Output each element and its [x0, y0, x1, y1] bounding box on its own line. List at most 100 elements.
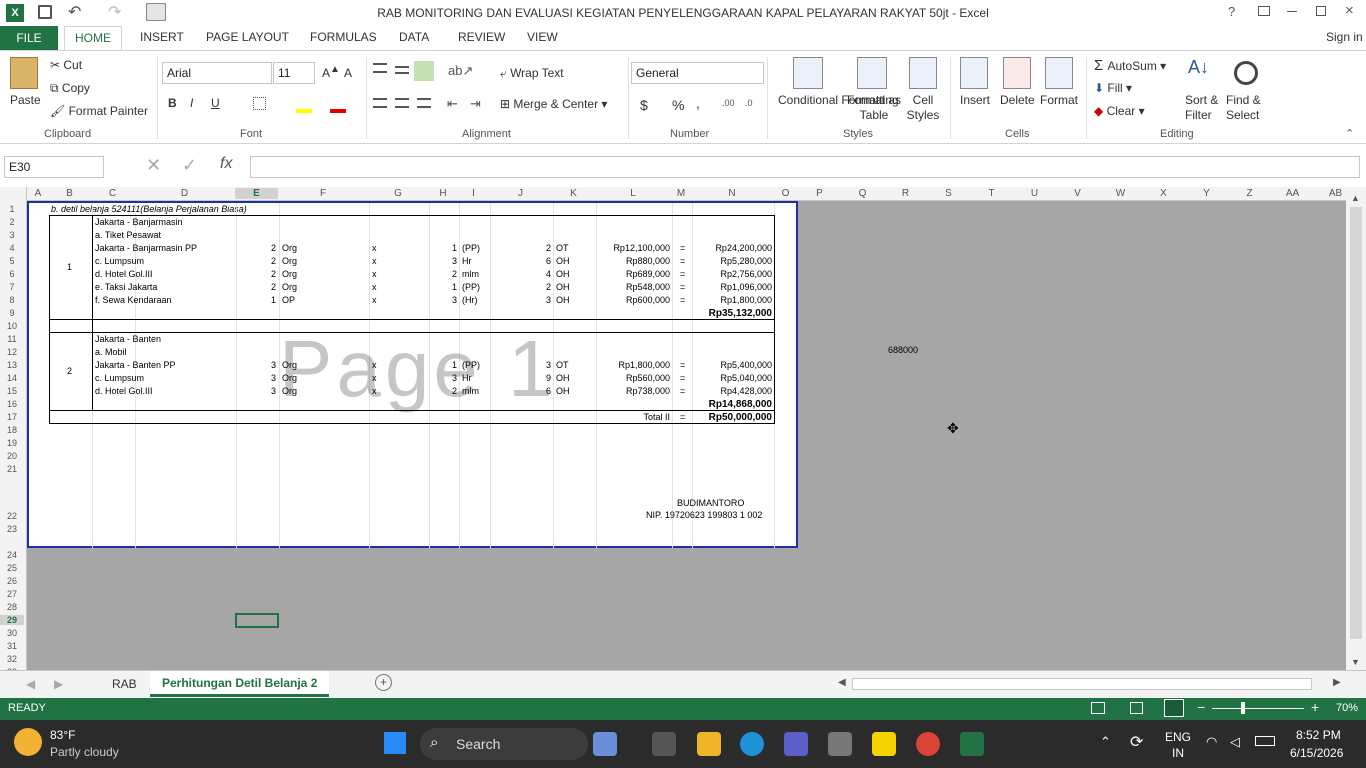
row-header[interactable]: 19 [0, 438, 24, 448]
wifi-icon[interactable]: ◠ [1206, 734, 1217, 750]
tab-page-layout[interactable]: PAGE LAYOUT [206, 30, 289, 44]
task-view-icon[interactable] [652, 732, 676, 756]
font-color-icon[interactable] [330, 109, 346, 113]
font-size-select[interactable]: 11 [273, 62, 315, 84]
row-header[interactable]: 7 [0, 282, 24, 292]
ribbon-display-icon[interactable] [1258, 6, 1270, 16]
row-header[interactable]: 4 [0, 243, 24, 253]
col-header[interactable]: M [671, 188, 691, 199]
sort-filter-button[interactable]: Sort & Filter [1185, 93, 1225, 123]
col-header[interactable]: H [428, 188, 458, 199]
maximize-icon[interactable] [1316, 6, 1326, 16]
row-header[interactable]: 32 [0, 654, 24, 664]
paste-icon[interactable] [10, 57, 38, 89]
zoom-in-icon[interactable]: + [1311, 699, 1319, 715]
row-header[interactable]: 31 [0, 641, 24, 651]
row-header[interactable]: 10 [0, 321, 24, 331]
underline-button[interactable]: U [211, 96, 220, 110]
row-header[interactable]: 21 [0, 464, 24, 474]
windows-start-icon[interactable] [384, 732, 406, 754]
minimize-icon[interactable] [1287, 11, 1297, 12]
language-in[interactable]: IN [1172, 746, 1184, 760]
increase-decimal-icon[interactable]: .00 [722, 98, 735, 108]
cut-button[interactable]: ✂ Cut [50, 58, 82, 72]
col-header[interactable]: Y [1185, 188, 1228, 199]
widgets-icon[interactable] [593, 732, 617, 756]
col-header[interactable]: O [773, 188, 798, 199]
paste-button[interactable]: Paste [10, 93, 41, 107]
sticky-notes-icon[interactable] [872, 732, 896, 756]
active-cell[interactable] [235, 613, 279, 628]
sign-in-link[interactable]: Sign in [1326, 30, 1363, 44]
currency-button[interactable]: $ [640, 97, 648, 113]
percent-button[interactable]: % [672, 97, 684, 113]
col-header[interactable]: AA [1271, 188, 1314, 199]
col-header[interactable]: L [595, 188, 671, 199]
worksheet-grid[interactable]: A B C D E F G H I J K L M N O P Q R S T … [0, 187, 1346, 670]
normal-view-icon[interactable] [1091, 702, 1105, 714]
name-box[interactable]: E30 [4, 156, 104, 178]
taskbar-search[interactable]: ⌕ Search [420, 728, 588, 760]
tab-formulas[interactable]: FORMULAS [310, 30, 377, 44]
add-sheet-icon[interactable]: + [375, 674, 392, 691]
col-header[interactable]: AB [1314, 188, 1346, 199]
bottom-align-icon[interactable] [414, 61, 434, 81]
row-header-selected[interactable]: 29 [0, 615, 24, 625]
number-format-select[interactable]: General [631, 62, 764, 84]
zoom-level[interactable]: 70% [1336, 702, 1358, 714]
col-header[interactable]: V [1056, 188, 1099, 199]
page-break-view-icon[interactable] [1164, 699, 1184, 717]
tab-insert[interactable]: INSERT [140, 30, 184, 44]
formula-input[interactable] [250, 156, 1360, 178]
row-header[interactable]: 1 [0, 204, 24, 214]
row-header[interactable]: 13 [0, 360, 24, 370]
tab-file[interactable]: FILE [0, 26, 58, 50]
find-select-icon[interactable] [1234, 61, 1258, 85]
tray-chevron-icon[interactable]: ⌃ [1100, 734, 1111, 750]
col-header[interactable]: T [970, 188, 1013, 199]
row-header[interactable]: 25 [0, 563, 24, 573]
increase-indent-icon[interactable]: ⇥ [470, 96, 481, 112]
hscroll-right-icon[interactable]: ▶ [1333, 677, 1341, 688]
row-header[interactable]: 20 [0, 451, 24, 461]
row-header[interactable]: 17 [0, 412, 24, 422]
row-header[interactable]: 16 [0, 399, 24, 409]
horizontal-scrollbar[interactable] [852, 678, 1312, 690]
col-header[interactable]: J [489, 188, 552, 199]
top-align-icon[interactable] [373, 63, 387, 73]
format-as-table-icon[interactable] [857, 57, 887, 89]
weather-temp[interactable]: 83°F [50, 728, 75, 742]
row-header[interactable]: 18 [0, 425, 24, 435]
row-header[interactable]: 5 [0, 256, 24, 266]
col-header[interactable]: K [552, 188, 595, 199]
zoom-slider[interactable] [1212, 708, 1304, 709]
col-header[interactable]: I [458, 188, 489, 199]
clock-time[interactable]: 8:52 PM [1296, 728, 1341, 742]
middle-align-icon[interactable] [395, 66, 409, 74]
clear-button[interactable]: ◆ Clear ▾ [1094, 104, 1145, 118]
excel-taskbar-icon[interactable] [960, 732, 984, 756]
row-header[interactable]: 8 [0, 295, 24, 305]
row-header[interactable]: 26 [0, 576, 24, 586]
col-header-selected[interactable]: E [235, 188, 278, 199]
insert-cells-icon[interactable] [960, 57, 988, 89]
col-header[interactable]: P [798, 188, 841, 199]
tab-data[interactable]: DATA [399, 30, 429, 44]
wrap-text-button[interactable]: ⤶ Wrap Text [500, 66, 564, 81]
comma-button[interactable]: , [696, 95, 700, 111]
copy-button[interactable]: ⧉ Copy [50, 81, 90, 96]
fill-color-icon[interactable] [296, 109, 312, 113]
close-icon[interactable]: × [1345, 2, 1354, 19]
orientation-icon[interactable]: ab↗ [448, 63, 473, 79]
select-all-corner[interactable] [0, 187, 27, 201]
app-icon[interactable] [784, 732, 808, 756]
file-explorer-icon[interactable] [697, 732, 721, 756]
decrease-decimal-icon[interactable]: .0 [745, 98, 753, 108]
bold-button[interactable]: B [168, 96, 177, 110]
col-header[interactable]: C [91, 188, 134, 199]
row-header[interactable]: 3 [0, 230, 24, 240]
sheet-tab-active[interactable]: Perhitungan Detil Belanja 2 [150, 671, 330, 697]
row-header[interactable]: 15 [0, 386, 24, 396]
cell-styles-icon[interactable] [909, 57, 937, 89]
format-cells-icon[interactable] [1045, 57, 1073, 89]
